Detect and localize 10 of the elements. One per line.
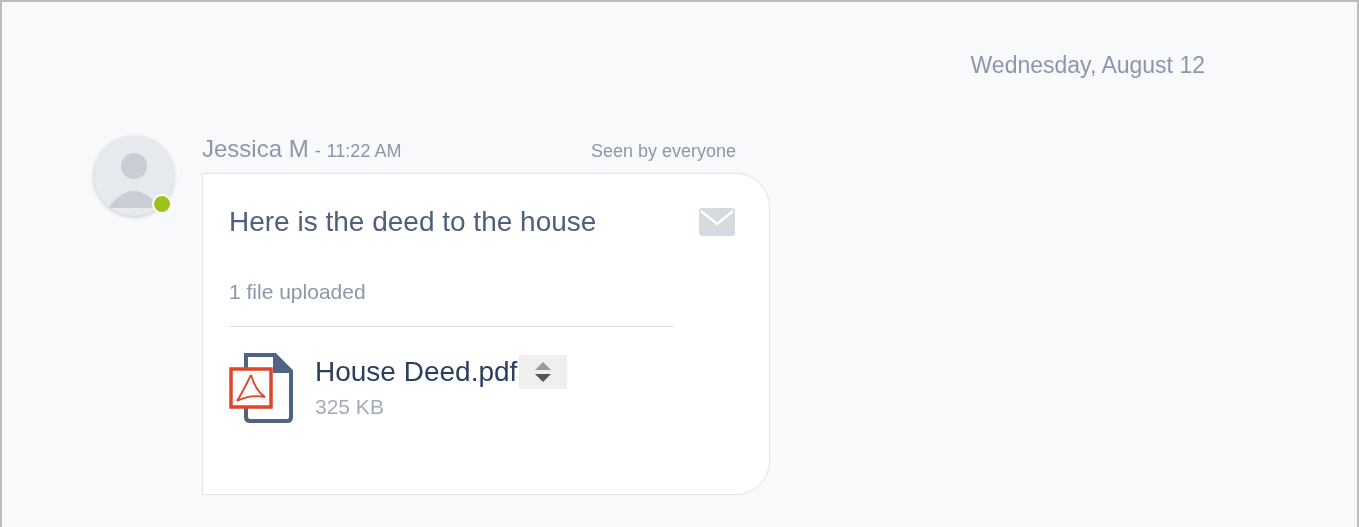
- message-text: Here is the deed to the house: [229, 206, 597, 238]
- separator: -: [314, 141, 321, 162]
- seen-status: Seen by everyone: [590, 141, 736, 162]
- file-size: 325 KB: [315, 395, 385, 419]
- message-time: 11:22 AM: [326, 141, 402, 162]
- sort-arrows-icon[interactable]: [519, 355, 568, 389]
- file-name[interactable]: House Deed.pdf: [315, 356, 518, 388]
- upload-count: 1 file uploaded: [229, 280, 674, 327]
- date-header: Wednesday, August 12: [970, 52, 1205, 79]
- sender-name: Jessica M: [202, 135, 309, 163]
